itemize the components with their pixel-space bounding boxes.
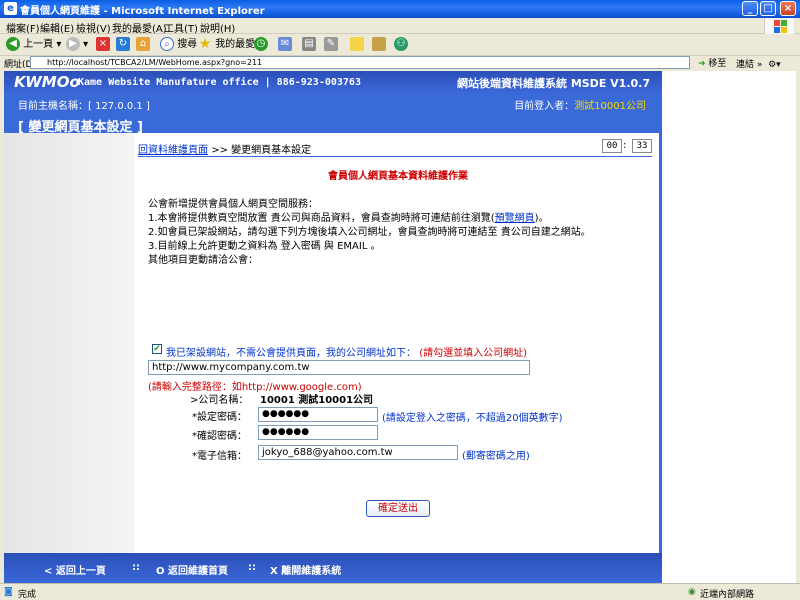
- menu-file[interactable]: 檔案(F): [6, 20, 40, 35]
- company-url-input[interactable]: http://www.mycompany.com.tw: [148, 360, 530, 375]
- minimize-button[interactable]: _: [742, 1, 758, 16]
- forward-button[interactable]: ▶ ▾: [66, 37, 88, 53]
- main-content: 回資料維護頁面 >> 變更網頁基本設定 00 : 33 會員個人網頁基本資料維護…: [134, 133, 662, 553]
- own-website-checkbox[interactable]: ✔: [152, 344, 162, 354]
- page-done-icon: ◙: [4, 587, 13, 597]
- notice-line-3: 3.目前線上允許更動之資料為 登入密碼 與 EMAIL 。: [148, 241, 381, 252]
- password-hint: (請設定登入之密碼，不超過20個英數字): [382, 413, 563, 424]
- login-user: 測試10001公司: [574, 101, 646, 112]
- home-button[interactable]: ⌂: [136, 37, 150, 53]
- site-logo: KWMOo: [14, 73, 80, 91]
- stop-icon: ×: [96, 37, 110, 51]
- research-button[interactable]: [372, 37, 386, 53]
- menu-tools[interactable]: 工具(T): [164, 20, 198, 35]
- company-name-label: >公司名稱：: [190, 395, 249, 406]
- windows-logo-icon: [764, 18, 794, 34]
- status-text: 完成: [18, 590, 37, 600]
- confirm-password-label: *確認密碼：: [192, 431, 247, 442]
- address-input[interactable]: http://localhost/TCBCA2/LM/WebHome.aspx?…: [30, 56, 690, 69]
- notice-line-2: 2.如會員已架設網站，請勾選下列方塊後填入公司網址，會員查詢時將可連結至 貴公司…: [148, 227, 591, 238]
- edit-icon: ✎: [324, 37, 338, 51]
- settings-icon[interactable]: ⚙▾: [768, 60, 781, 70]
- close-button[interactable]: ×: [780, 1, 796, 16]
- security-zone: 近端內部網路: [700, 590, 755, 600]
- own-website-label: 我已架設網站，不需公會提供頁面，我的公司網址如下： (請勾選並填入公司網址): [166, 348, 527, 359]
- discuss-button[interactable]: [350, 37, 364, 53]
- company-name-value: 10001 測試10001公司: [260, 395, 374, 406]
- login-info: 目前登入者：測試10001公司: [514, 101, 646, 112]
- footer-home-link[interactable]: O 返回維護首頁: [156, 562, 228, 577]
- mail-icon: ✉: [278, 37, 292, 51]
- stop-button[interactable]: ×: [96, 37, 110, 53]
- mail-button[interactable]: ✉: [278, 37, 292, 53]
- menu-help[interactable]: 說明(H): [200, 20, 235, 35]
- intranet-zone-icon: ◉: [688, 587, 696, 597]
- confirm-password-input[interactable]: ●●●●●●: [258, 425, 378, 440]
- favorites-button[interactable]: ★ 我的最愛: [198, 37, 255, 53]
- blank-area: [662, 71, 796, 583]
- menu-favorites[interactable]: 我的最愛(A): [112, 20, 167, 35]
- back-arrow-icon: ◀: [6, 37, 20, 51]
- document-icon: [372, 37, 386, 51]
- links-button[interactable]: 連結 » ⚙▾: [736, 57, 781, 70]
- menu-bar: 檔案(F) 編輯(E) 檢視(V) 我的最愛(A) 工具(T) 說明(H): [0, 18, 800, 35]
- system-name: 網站後端資料維護系統 MSDE V1.0.7: [456, 77, 650, 90]
- star-icon: ★: [198, 36, 212, 52]
- maximize-button[interactable]: □: [760, 1, 776, 16]
- status-bar: ◙ 完成 ◉ 近端內部網路: [0, 583, 800, 600]
- menu-edit[interactable]: 編輯(E): [40, 20, 74, 35]
- search-button[interactable]: ⌕ 搜尋: [160, 37, 197, 53]
- messenger-button[interactable]: ⚇: [394, 37, 408, 53]
- notice-line-1: 1.本會將提供數頁空間放置 貴公司與商品資料，會員查詢時將可連結前往瀏覽(預覽網…: [148, 213, 549, 224]
- footer-exit-link[interactable]: X 離開維護系統: [270, 562, 341, 577]
- refresh-button[interactable]: ↻: [116, 37, 130, 53]
- email-label: *電子信箱：: [192, 451, 247, 462]
- notice-line-4: 其他項目更動請洽公會：: [148, 255, 258, 266]
- back-button[interactable]: ◀ 上一頁 ▾: [6, 37, 61, 53]
- folder-icon: [350, 37, 364, 51]
- timer-seconds: 33: [632, 139, 652, 153]
- forward-arrow-icon: ▶: [66, 37, 80, 51]
- left-column: [4, 133, 134, 553]
- history-button[interactable]: ◷: [254, 37, 268, 53]
- submit-button[interactable]: 確定送出: [366, 500, 430, 517]
- search-icon: ⌕: [160, 37, 174, 51]
- site-brand: Kame Website Manufature office | 886-923…: [78, 77, 361, 88]
- password-input[interactable]: ●●●●●●: [258, 407, 378, 422]
- host-name: 目前主機名稱：[ 127.0.0.1 ]: [18, 101, 150, 112]
- site-subheader: 目前主機名稱：[ 127.0.0.1 ] 目前登入者：測試10001公司 [ 變…: [4, 93, 662, 135]
- footer-back-link[interactable]: < 返回上一頁: [44, 562, 106, 577]
- go-arrow-icon: ➜: [698, 59, 706, 69]
- menu-view[interactable]: 檢視(V): [76, 20, 111, 35]
- print-icon: ▤: [302, 37, 316, 51]
- window-title-bar: e 會員個人網頁維護 - Microsoft Internet Explorer…: [0, 0, 800, 18]
- toolbar: ◀ 上一頁 ▾ ▶ ▾ × ↻ ⌂ ⌕ 搜尋 ★ 我的最愛 ◷ ✉ ▤ ✎ ⚇: [0, 34, 800, 56]
- site-header: KWMOo Kame Website Manufature office | 8…: [4, 71, 662, 93]
- messenger-icon: ⚇: [394, 37, 408, 51]
- breadcrumb: 回資料維護頁面 >> 變更網頁基本設定: [138, 145, 312, 156]
- web-page: KWMOo Kame Website Manufature office | 8…: [4, 71, 662, 583]
- refresh-icon: ↻: [116, 37, 130, 51]
- divider: [138, 156, 652, 157]
- address-bar: 網址(D) http://localhost/TCBCA2/LM/WebHome…: [0, 56, 800, 70]
- site-footer: < 返回上一頁 :: O 返回維護首頁 :: X 離開維護系統: [4, 553, 662, 583]
- breadcrumb-link-data-page[interactable]: 回資料維護頁面: [138, 145, 208, 156]
- go-button[interactable]: ➜ 移至: [698, 56, 726, 69]
- email-hint: (郵寄密碼之用): [462, 451, 530, 462]
- window-title: 會員個人網頁維護 - Microsoft Internet Explorer: [20, 6, 265, 17]
- intro-text: 公會新增提供會員個人網頁空間服務：: [148, 199, 318, 210]
- history-icon: ◷: [254, 37, 268, 51]
- email-input[interactable]: jokyo_688@yahoo.com.tw: [258, 445, 458, 460]
- password-label: *設定密碼：: [192, 412, 247, 423]
- ie-icon: e: [4, 2, 17, 15]
- breadcrumb-current: 變更網頁基本設定: [231, 145, 312, 156]
- form-title: 會員個人網頁基本資料維護作業: [328, 171, 468, 182]
- print-button[interactable]: ▤: [302, 37, 316, 53]
- timer-minutes: 00: [602, 139, 622, 153]
- home-icon: ⌂: [136, 37, 150, 51]
- edit-button[interactable]: ✎: [324, 37, 338, 53]
